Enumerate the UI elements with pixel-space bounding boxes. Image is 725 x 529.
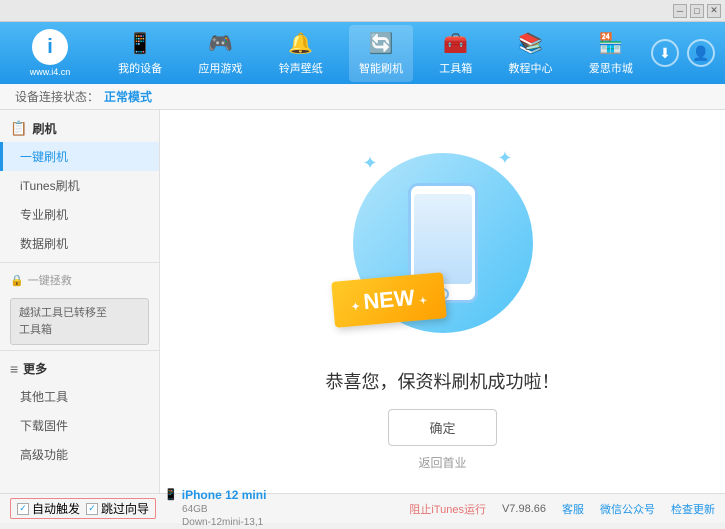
nav-item-tutorial[interactable]: 📚 教程中心 [499, 25, 563, 82]
phone-screen [414, 194, 472, 284]
auto-guide-label: 自动触发 [32, 500, 80, 517]
confirm-button[interactable]: 确定 [388, 409, 496, 446]
maximize-button[interactable]: □ [690, 4, 704, 18]
sidebar: 📋 刷机 一键刷机 iTunes刷机 专业刷机 数据刷机 🔒 一键拯救 越狱工具… [0, 110, 160, 493]
no-itunes-label: 阻止iTunes运行 [409, 501, 486, 517]
sparkle-icon-2: ✦ [497, 148, 512, 169]
content-area: ✦ ✦ ✧ NEW 恭喜您，保资料刷机成功啦！ 确定 返回首业 [160, 110, 725, 493]
sidebar-item-advanced[interactable]: 高级功能 [0, 440, 159, 469]
nav-item-smart-flash[interactable]: 🔄 智能刷机 [349, 25, 413, 82]
sidebar-section-flash: 📋 刷机 [0, 115, 159, 142]
user-button[interactable]: 👤 [687, 39, 715, 67]
minimize-button[interactable]: ─ [673, 4, 687, 18]
lock-icon: 🔒 [10, 274, 24, 287]
sidebar-item-other-tools[interactable]: 其他工具 [0, 382, 159, 411]
auto-guide-check-box: ✓ [17, 503, 29, 515]
tutorial-icon: 📚 [518, 31, 543, 56]
sidebar-item-data-flash[interactable]: 数据刷机 [0, 229, 159, 258]
sidebar-section-more: ≡ 更多 [0, 355, 159, 382]
logo: i www.i4.cn [10, 29, 90, 77]
wechat-public-link[interactable]: 微信公众号 [600, 501, 655, 517]
logo-url: www.i4.cn [30, 67, 71, 77]
check-update-link[interactable]: 检查更新 [671, 501, 715, 517]
rescue-info-box: 越狱工具已转移至工具箱 [10, 298, 149, 345]
more-section-label: 更多 [23, 360, 47, 377]
nav-label-smart-flash: 智能刷机 [359, 60, 403, 76]
status-label: 设备连接状态： [15, 88, 99, 105]
success-title: 恭喜您，保资料刷机成功啦！ [326, 368, 560, 394]
phone-icon: 📱 [164, 488, 178, 502]
nav-bar: 📱 我的设备 🎮 应用游戏 🔔 铃声壁纸 🔄 智能刷机 🧰 工具箱 📚 教程中心… [100, 25, 651, 82]
smart-flash-icon: 🔄 [369, 31, 394, 56]
nav-label-ringtones: 铃声壁纸 [279, 60, 323, 76]
apps-games-icon: 🎮 [208, 31, 233, 56]
new-badge: NEW [331, 272, 447, 328]
device-storage: 64GB [164, 503, 266, 516]
flash-section-icon: 📋 [10, 120, 27, 137]
sparkle-icon-1: ✦ [363, 153, 378, 174]
nav-label-my-device: 我的设备 [118, 60, 162, 76]
nav-item-apps-games[interactable]: 🎮 应用游戏 [188, 25, 252, 82]
more-section-icon: ≡ [10, 361, 18, 377]
nav-label-app-store: 爱思市城 [589, 60, 633, 76]
sidebar-item-download-firmware[interactable]: 下载固件 [0, 411, 159, 440]
customer-service-link[interactable]: 客服 [562, 501, 584, 517]
toolbox-icon: 🧰 [443, 31, 468, 56]
sidebar-item-pro-flash[interactable]: 专业刷机 [0, 200, 159, 229]
auto-guide-checkbox[interactable]: ✓ 自动触发 [17, 500, 80, 517]
success-illustration: ✦ ✦ ✧ NEW [343, 133, 543, 353]
header: i www.i4.cn 📱 我的设备 🎮 应用游戏 🔔 铃声壁纸 🔄 智能刷机 … [0, 22, 725, 84]
logo-icon: i [32, 29, 68, 65]
divider-2 [0, 350, 159, 351]
skip-guide-checkbox[interactable]: ✓ 跳过向导 [86, 500, 149, 517]
ringtones-icon: 🔔 [288, 31, 313, 56]
close-button[interactable]: ✕ [707, 4, 721, 18]
main-content: 📋 刷机 一键刷机 iTunes刷机 专业刷机 数据刷机 🔒 一键拯救 越狱工具… [0, 110, 725, 493]
bottom-bar: ✓ 自动触发 ✓ 跳过向导 📱 iPhone 12 mini 64GB Down… [0, 493, 725, 523]
skip-guide-check-box: ✓ [86, 503, 98, 515]
version-label: V7.98.66 [502, 503, 546, 515]
sidebar-item-one-click-flash[interactable]: 一键刷机 [0, 142, 159, 171]
bottom-right: 阻止iTunes运行 V7.98.66 客服 微信公众号 检查更新 [409, 501, 715, 517]
sidebar-item-itunes-flash[interactable]: iTunes刷机 [0, 171, 159, 200]
nav-label-toolbox: 工具箱 [439, 60, 472, 76]
sidebar-section-rescue-locked: 🔒 一键拯救 [0, 267, 159, 293]
download-button[interactable]: ⬇ [651, 39, 679, 67]
flash-section-label: 刷机 [32, 120, 56, 137]
nav-label-apps-games: 应用游戏 [198, 60, 242, 76]
my-device-icon: 📱 [128, 31, 153, 56]
status-value: 正常模式 [104, 88, 152, 105]
back-link[interactable]: 返回首业 [418, 454, 466, 471]
window-controls[interactable]: ─ □ ✕ [673, 4, 721, 18]
nav-item-app-store[interactable]: 🏪 爱思市城 [579, 25, 643, 82]
nav-item-ringtones[interactable]: 🔔 铃声壁纸 [269, 25, 333, 82]
nav-item-my-device[interactable]: 📱 我的设备 [108, 25, 172, 82]
divider-1 [0, 262, 159, 263]
skip-guide-label: 跳过向导 [101, 500, 149, 517]
nav-label-tutorial: 教程中心 [509, 60, 553, 76]
checkbox-area: ✓ 自动触发 ✓ 跳过向导 [10, 498, 156, 519]
app-store-icon: 🏪 [598, 31, 623, 56]
device-name: iPhone 12 mini [182, 488, 267, 504]
nav-item-toolbox[interactable]: 🧰 工具箱 [429, 25, 482, 82]
header-right-actions: ⬇ 👤 [651, 39, 715, 67]
status-bar: 设备连接状态： 正常模式 [0, 84, 725, 110]
title-bar: ─ □ ✕ [0, 0, 725, 22]
